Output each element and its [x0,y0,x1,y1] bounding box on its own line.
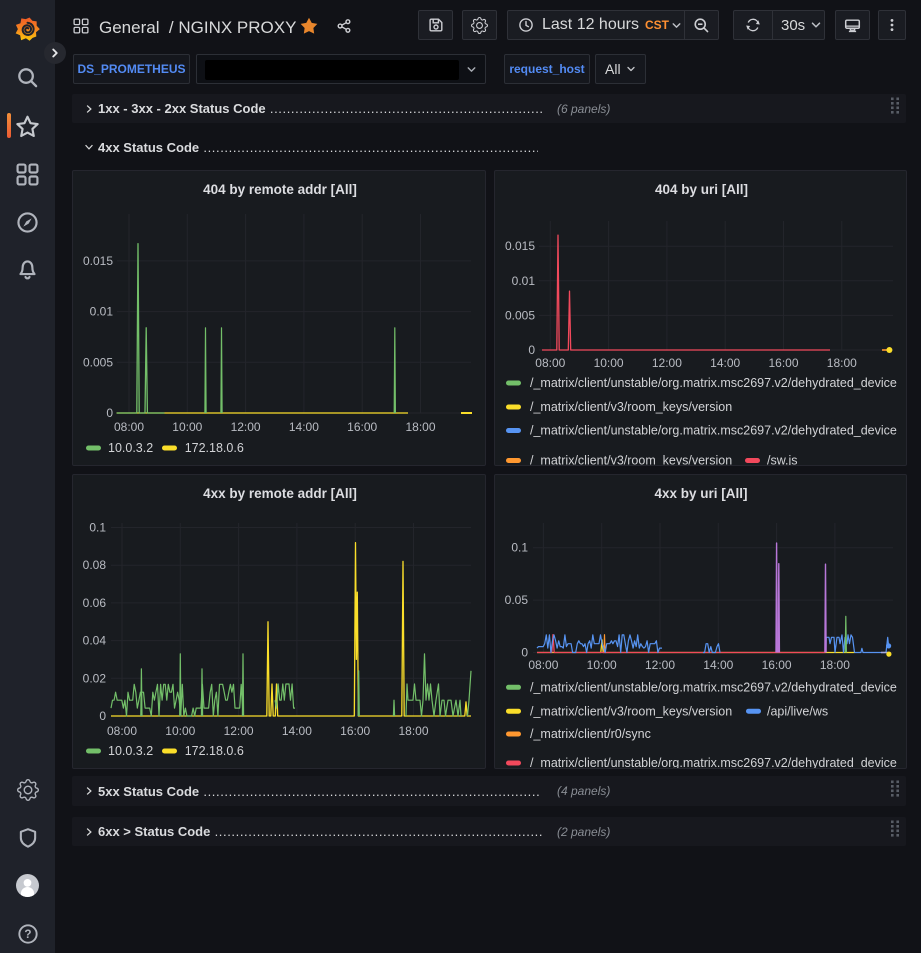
svg-text:/_matrix/client/r0/sync: /_matrix/client/r0/sync [530,727,651,741]
svg-text:16:00: 16:00 [768,356,798,370]
svg-text:172.18.0.6: 172.18.0.6 [185,744,244,758]
svg-text:0.01: 0.01 [90,305,114,319]
svg-text:08:00: 08:00 [535,356,565,370]
svg-text:404 by uri [All]: 404 by uri [All] [655,182,748,197]
svg-text:10:00: 10:00 [165,724,195,738]
svg-text:/_matrix/client/unstable/org.m: /_matrix/client/unstable/org.matrix.msc2… [530,756,897,769]
svg-text:404 by remote addr [All]: 404 by remote addr [All] [203,182,357,197]
svg-text:10.0.3.2: 10.0.3.2 [108,744,153,758]
svg-text:0.04: 0.04 [83,634,107,648]
svg-text:/api/live/ws: /api/live/ws [767,704,828,718]
svg-text:/_matrix/client/v3/room_keys/v: /_matrix/client/v3/room_keys/version [530,400,732,414]
svg-text:0.005: 0.005 [505,308,535,322]
svg-text:0: 0 [106,406,113,420]
svg-text:0: 0 [528,343,535,357]
svg-text:0.05: 0.05 [505,593,529,607]
svg-text:16:00: 16:00 [762,658,792,672]
svg-text:0.08: 0.08 [83,558,107,572]
svg-text:14:00: 14:00 [282,724,312,738]
svg-text:16:00: 16:00 [347,420,377,434]
svg-text:12:00: 12:00 [652,356,682,370]
svg-text:12:00: 12:00 [224,724,254,738]
svg-text:4xx by uri [All]: 4xx by uri [All] [654,486,747,501]
svg-text:10.0.3.2: 10.0.3.2 [108,441,153,455]
svg-text:0.005: 0.005 [83,355,113,369]
svg-text:/_matrix/client/unstable/org.m: /_matrix/client/unstable/org.matrix.msc2… [530,424,897,438]
svg-text:0.06: 0.06 [83,596,107,610]
svg-text:18:00: 18:00 [398,724,428,738]
svg-text:172.18.0.6: 172.18.0.6 [185,441,244,455]
svg-text:/sw.js: /sw.js [767,454,798,466]
svg-text:16:00: 16:00 [340,724,370,738]
svg-text:12:00: 12:00 [645,658,675,672]
svg-text:10:00: 10:00 [587,658,617,672]
svg-text:0.1: 0.1 [511,541,528,555]
svg-text:0.01: 0.01 [512,274,536,288]
svg-text:08:00: 08:00 [528,658,558,672]
svg-text:/_matrix/client/unstable/org.m: /_matrix/client/unstable/org.matrix.msc2… [530,681,897,695]
svg-text:08:00: 08:00 [114,420,144,434]
svg-text:0: 0 [521,646,528,660]
svg-text:0.1: 0.1 [89,521,106,535]
svg-text:?: ? [24,928,31,941]
svg-text:18:00: 18:00 [405,420,435,434]
svg-text:/_matrix/client/unstable/org.m: /_matrix/client/unstable/org.matrix.msc2… [530,376,897,390]
svg-text:0.015: 0.015 [83,254,113,268]
svg-text:14:00: 14:00 [710,356,740,370]
svg-text:0.02: 0.02 [83,671,107,685]
svg-text:14:00: 14:00 [703,658,733,672]
svg-text:0.015: 0.015 [505,239,535,253]
svg-text:12:00: 12:00 [231,420,261,434]
svg-text:18:00: 18:00 [827,356,857,370]
svg-text:/_matrix/client/v3/room_keys/v: /_matrix/client/v3/room_keys/version [530,704,732,718]
svg-text:18:00: 18:00 [820,658,850,672]
svg-text:10:00: 10:00 [172,420,202,434]
svg-text:4xx by remote addr [All]: 4xx by remote addr [All] [203,486,357,501]
svg-text:10:00: 10:00 [594,356,624,370]
svg-text:/_matrix/client/v3/room_keys/v: /_matrix/client/v3/room_keys/version [530,454,732,466]
svg-text:08:00: 08:00 [107,724,137,738]
svg-text:0: 0 [99,709,106,723]
svg-text:14:00: 14:00 [289,420,319,434]
